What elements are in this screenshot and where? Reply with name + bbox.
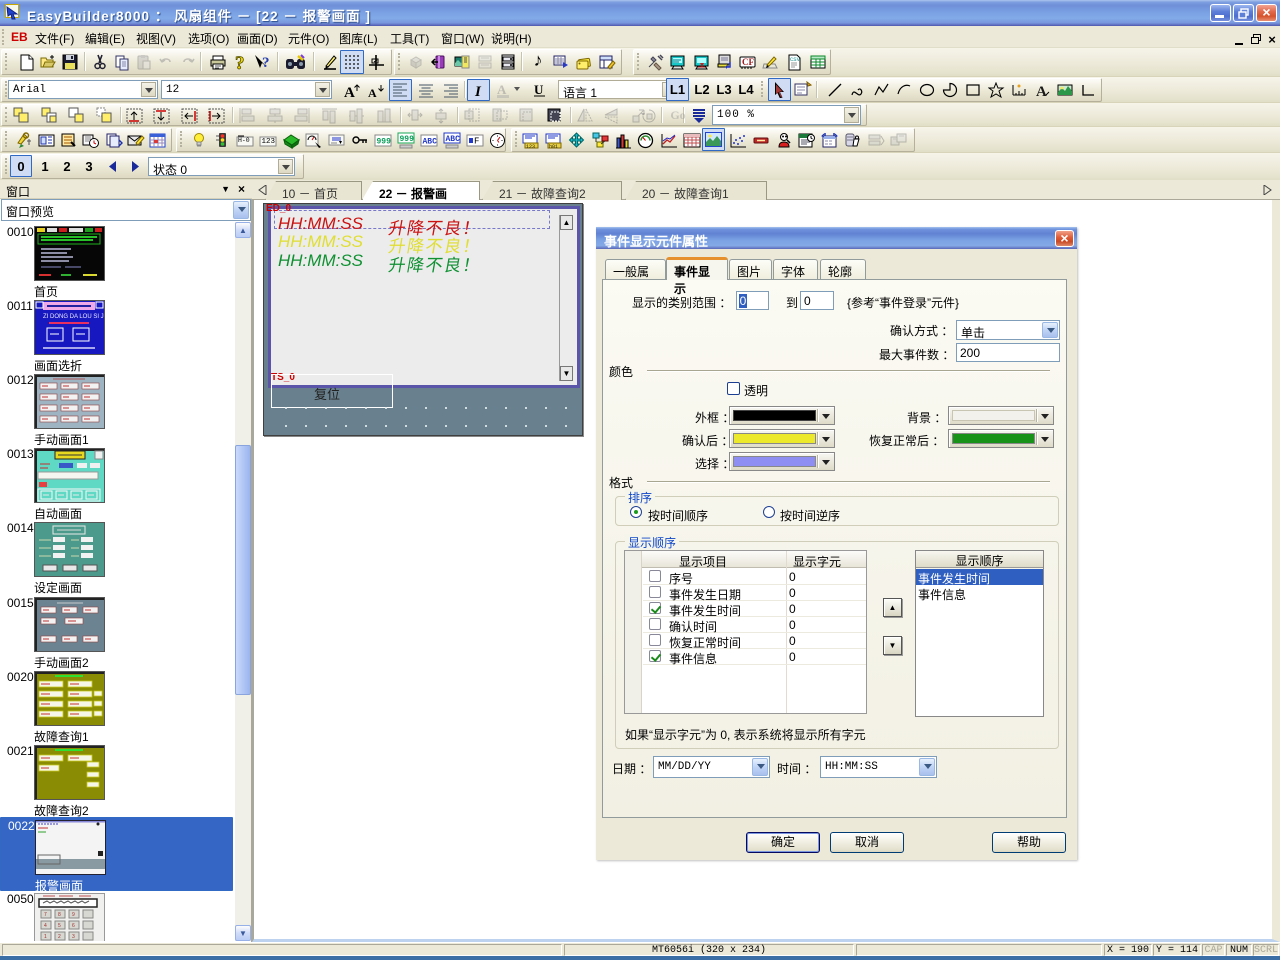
svg-text:ABC: ABC [445, 135, 460, 144]
svg-text:ZI DONG DA LOU SI JI: ZI DONG DA LOU SI JI [43, 314, 104, 320]
svg-text:6: 6 [72, 923, 75, 929]
svg-text:4: 4 [44, 923, 47, 929]
svg-text:?: ? [235, 54, 245, 71]
svg-text:123: 123 [526, 144, 535, 150]
svg-text:A: A [1036, 84, 1047, 99]
svg-text:5: 5 [58, 923, 61, 929]
svg-text:?: ? [262, 55, 270, 71]
svg-text:7: 7 [44, 912, 47, 918]
svg-text:999: 999 [376, 137, 391, 146]
svg-text:H-0: H-0 [238, 137, 250, 144]
svg-text:1: 1 [44, 934, 47, 940]
svg-text:F: F [474, 136, 479, 146]
svg-text:8: 8 [58, 912, 61, 918]
svg-text:3: 3 [72, 934, 75, 940]
svg-text:CSV: CSV [790, 56, 801, 63]
svg-text:9: 9 [72, 912, 75, 918]
svg-text:ABC: ABC [422, 137, 437, 146]
svg-text:A: A [368, 86, 377, 100]
svg-text:CF: CF [742, 57, 754, 67]
svg-text:A: A [497, 82, 507, 97]
svg-text:h01: h01 [549, 144, 558, 150]
svg-text:A: A [344, 85, 355, 100]
svg-text:123: 123 [261, 138, 275, 146]
svg-text:999: 999 [399, 135, 414, 144]
svg-text:2: 2 [58, 934, 61, 940]
svg-text:U: U [534, 82, 544, 97]
svg-text:I: I [474, 84, 482, 98]
